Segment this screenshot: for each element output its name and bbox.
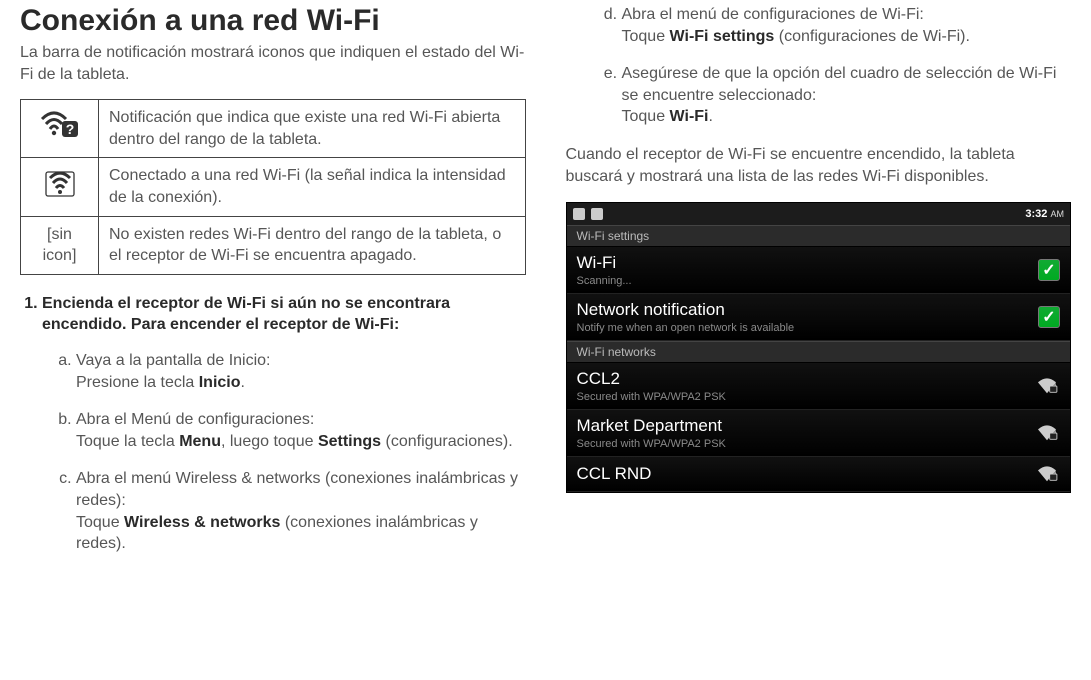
wifi-toggle-subtitle: Scanning... — [577, 275, 1029, 287]
substeps-right: Abra el menú de configuraciones de Wi-Fi… — [566, 4, 1072, 128]
step-1-text: Encienda el receptor de Wi-Fi si aún no … — [42, 295, 450, 334]
network-notification-row[interactable]: Network notification Notify me when an o… — [567, 294, 1071, 341]
substep-a-bold: Inicio — [199, 374, 241, 391]
wifi-networks-header: Wi-Fi networks — [567, 341, 1071, 363]
wifi-network-name: CCL RND — [577, 464, 1025, 484]
network-notification-checkbox[interactable] — [1038, 306, 1060, 328]
wifi-network-name: Market Department — [577, 416, 1025, 436]
substep-c-bold: Wireless & networks — [124, 514, 280, 531]
status-time-value: 3:32 — [1025, 208, 1047, 220]
wifi-open-available-desc: Notificación que indica que existe una r… — [99, 100, 526, 158]
substep-e-post: . — [709, 108, 713, 125]
wifi-icon-table: ? Notificación que indica que existe una… — [20, 99, 526, 275]
substep-b-bold1: Menu — [179, 433, 221, 450]
substep-d: Abra el menú de configuraciones de Wi-Fi… — [622, 4, 1072, 47]
wifi-network-row[interactable]: CCL2 Secured with WPA/WPA2 PSK — [567, 363, 1071, 410]
substep-d-post: (configuraciones de Wi-Fi). — [774, 28, 970, 45]
table-row: ? Notificación que indica que existe una… — [21, 100, 526, 158]
screen-header: Wi-Fi settings — [567, 225, 1071, 247]
wifi-connected-desc: Conectado a una red Wi-Fi (la señal indi… — [99, 158, 526, 216]
substep-a-pre: Presione la tecla — [76, 374, 199, 391]
intro-paragraph: La barra de notificación mostrará iconos… — [20, 42, 526, 85]
substep-e-pre: Toque — [622, 108, 670, 125]
steps-list: Encienda el receptor de Wi-Fi si aún no … — [20, 293, 526, 555]
status-icon — [591, 208, 603, 220]
wifi-toggle-title: Wi-Fi — [577, 253, 1029, 273]
substep-e-bold: Wi-Fi — [670, 108, 709, 125]
substep-b-pre: Toque la tecla — [76, 433, 179, 450]
substep-d-line1: Abra el menú de configuraciones de Wi-Fi… — [622, 6, 924, 23]
wifi-connected-icon — [21, 158, 99, 216]
no-wifi-desc: No existen redes Wi-Fi dentro del rango … — [99, 216, 526, 274]
wifi-network-security: Secured with WPA/WPA2 PSK — [577, 438, 1025, 450]
substep-e-line1: Asegúrese de que la opción del cuadro de… — [622, 65, 1057, 104]
substep-c-line1: Abra el menú Wireless & networks (conexi… — [76, 470, 518, 509]
substep-a-post: . — [241, 374, 245, 391]
substeps-left: Vaya a la pantalla de Inicio: Presione l… — [42, 350, 526, 555]
table-row: [sin icon] No existen redes Wi-Fi dentro… — [21, 216, 526, 274]
svg-text:?: ? — [65, 121, 74, 137]
wifi-secured-icon — [1034, 375, 1060, 397]
substep-e: Asegúrese de que la opción del cuadro de… — [622, 63, 1072, 128]
substep-b-line1: Abra el Menú de configuraciones: — [76, 411, 314, 428]
status-bar: 3:32 AM — [567, 203, 1071, 225]
substep-c: Abra el menú Wireless & networks (conexi… — [76, 468, 526, 554]
wifi-toggle-checkbox[interactable] — [1038, 259, 1060, 281]
wifi-settings-screenshot: 3:32 AM Wi-Fi settings Wi-Fi Scanning...… — [566, 202, 1072, 493]
substep-b-bold2: Settings — [318, 433, 381, 450]
right-paragraph: Cuando el receptor de Wi-Fi se encuentre… — [566, 144, 1072, 188]
substep-a-line1: Vaya a la pantalla de Inicio: — [76, 352, 271, 369]
page-heading: Conexión a una red Wi-Fi — [20, 4, 526, 38]
wifi-network-row[interactable]: CCL RND — [567, 457, 1071, 492]
step-1: Encienda el receptor de Wi-Fi si aún no … — [42, 293, 526, 555]
table-row: Conectado a una red Wi-Fi (la señal indi… — [21, 158, 526, 216]
status-icon — [573, 208, 585, 220]
network-notification-title: Network notification — [577, 300, 1029, 320]
network-notification-subtitle: Notify me when an open network is availa… — [577, 322, 1029, 334]
substep-b: Abra el Menú de configuraciones: Toque l… — [76, 409, 526, 452]
wifi-secured-icon — [1034, 422, 1060, 444]
status-time-ampm: AM — [1051, 209, 1065, 219]
substep-d-pre: Toque — [622, 28, 670, 45]
substep-b-mid: , luego toque — [221, 433, 318, 450]
substep-b-post: (configuraciones). — [381, 433, 513, 450]
right-column: Abra el menú de configuraciones de Wi-Fi… — [566, 0, 1072, 571]
wifi-toggle-row[interactable]: Wi-Fi Scanning... — [567, 247, 1071, 294]
no-wifi-icon-label: [sin icon] — [21, 216, 99, 274]
wifi-secured-icon — [1034, 463, 1060, 485]
substep-a: Vaya a la pantalla de Inicio: Presione l… — [76, 350, 526, 393]
wifi-network-name: CCL2 — [577, 369, 1025, 389]
wifi-open-available-icon: ? — [21, 100, 99, 158]
substep-c-pre: Toque — [76, 514, 124, 531]
substep-d-bold: Wi-Fi settings — [670, 28, 775, 45]
status-time: 3:32 AM — [1025, 208, 1064, 220]
wifi-network-security: Secured with WPA/WPA2 PSK — [577, 391, 1025, 403]
wifi-network-row[interactable]: Market Department Secured with WPA/WPA2 … — [567, 410, 1071, 457]
left-column: Conexión a una red Wi-Fi La barra de not… — [20, 0, 526, 571]
